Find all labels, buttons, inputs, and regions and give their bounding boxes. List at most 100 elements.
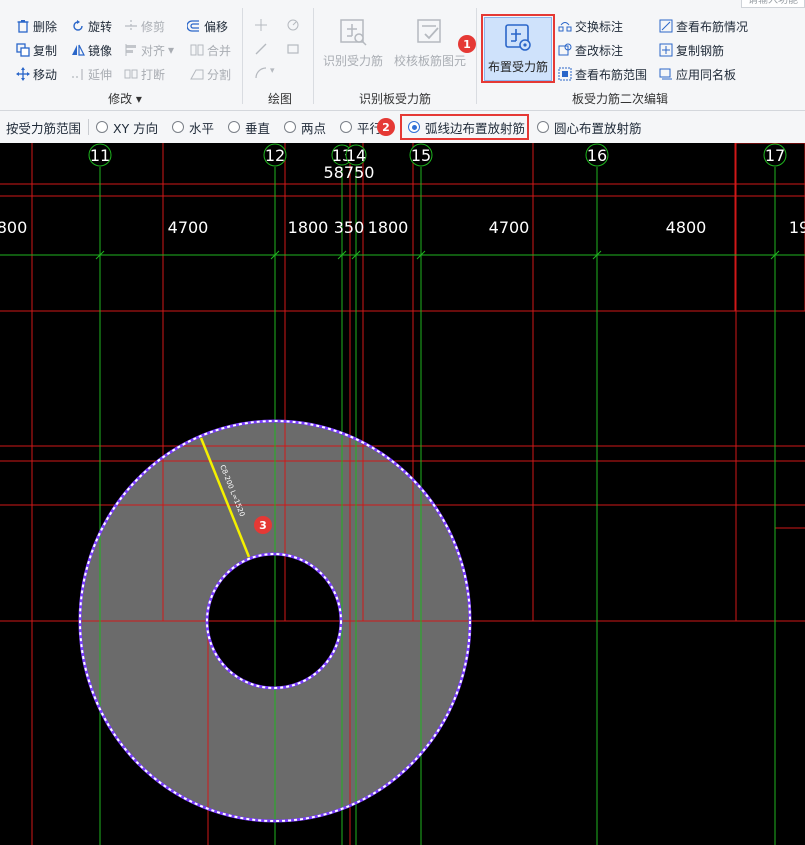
radio-label: XY 方向 [113,120,159,136]
view-range-button[interactable]: 查看布筋范围 [558,65,647,83]
radio-button[interactable] [96,121,108,133]
swap-label-button[interactable]: 交换标注 [558,17,623,35]
edit-label-text: 查改标注 [575,43,624,58]
radio-label: 圆心布置放射筋 [554,120,642,136]
copy-label: 复制 [33,43,58,58]
options-divider [88,119,89,135]
copy-rebar-button[interactable]: 复制钢筋 [659,41,724,59]
modify-group-label[interactable]: 修改 ▾ [90,90,160,107]
radio-label: 垂直 [245,120,271,136]
rotate-button[interactable]: 旋转 [71,17,112,35]
delete-label: 删除 [33,19,58,34]
offset-label: 偏移 [204,19,229,34]
dimension-text: 19 [789,218,805,237]
mirror-button[interactable]: 镜像 [71,41,112,59]
apply-same-button[interactable]: 应用同名板 [659,65,736,83]
point-draw-icon[interactable] [254,18,268,32]
radio-parallel[interactable]: 平行 [340,111,382,143]
delete-button[interactable]: 删除 [16,17,57,35]
move-icon [16,67,30,81]
merge-icon [190,43,204,57]
axis-bubble-17[interactable]: 17 [763,143,787,167]
identify-rebar-label: 识别受力筋 [322,54,383,68]
secondary-group-label: 板受力筋二次编辑 [571,92,668,106]
axis-bubble-16[interactable]: 16 [585,143,609,167]
radio-button[interactable] [537,121,549,133]
move-button[interactable]: 移动 [16,65,57,83]
offset-button[interactable]: 偏移 [187,17,228,35]
radio-label: 两点 [301,120,327,136]
edit-label-icon [558,43,572,57]
radio-button[interactable] [340,121,352,133]
edit-label-button[interactable]: 查改标注 [558,41,623,59]
align-dropdown-icon: ▾ [168,43,175,57]
mirror-icon [71,43,85,57]
radio-label: 水平 [189,120,215,136]
align-label: 对齐 [141,43,166,58]
search-box[interactable]: 请输入功能 [741,0,805,8]
identify-group-label: 识别板受力筋 [358,92,431,106]
extend-button[interactable]: 延伸 [71,65,112,83]
check-rebar-icon [417,19,441,43]
drawing-canvas[interactable]: 11 12 13 14 15 16 17 58750 800 4700 1800… [0,143,805,845]
view-rebar-button[interactable]: 查看布筋情况 [659,17,748,35]
draw-group-label: 绘图 [267,92,292,106]
step-badge-3: 3 [254,516,272,534]
view-range-icon [558,67,572,81]
extend-label: 延伸 [88,67,113,82]
trash-icon [16,19,30,33]
copy-icon [16,43,30,57]
dimension-text: 800 [0,218,27,237]
modify-dropdown-icon: ▾ [135,92,142,106]
axis-bubble-12[interactable]: 12 [263,143,287,167]
axis-bubble-11[interactable]: 11 [88,143,112,167]
dimension-text: 4700 [489,218,530,237]
offset-icon [187,19,201,33]
merge-button[interactable]: 合并 [190,41,231,59]
radio-button[interactable] [228,121,240,133]
axis-label: 16 [587,146,607,165]
split-button[interactable]: 分割 [190,65,231,83]
copy-rebar-label: 复制钢筋 [676,43,725,58]
dimension-text: 1800 [288,218,329,237]
arc-draw-icon[interactable] [254,66,268,80]
break-button[interactable]: 打断 [124,65,165,83]
break-icon [124,67,138,81]
view-rebar-label: 查看布筋情况 [676,19,749,34]
align-button[interactable]: 对齐 ▾ [124,41,174,59]
dimension-text: 350 [334,218,365,237]
radio-button[interactable] [284,121,296,133]
apply-same-icon [659,67,673,81]
swap-label-text: 交换标注 [575,19,624,34]
trim-button[interactable]: 修剪 [124,17,165,35]
radio-horizontal[interactable]: 水平 [172,111,214,143]
arc-dropdown-icon[interactable]: ▾ [270,66,275,76]
radio-vertical[interactable]: 垂直 [228,111,270,143]
copy-rebar-icon [659,43,673,57]
axis-bubble-15[interactable]: 15 [409,143,433,167]
merge-label: 合并 [207,43,232,58]
axis-label: 17 [765,146,785,165]
move-label: 移动 [33,67,58,82]
total-dimension: 58750 [324,163,375,182]
copy-button[interactable]: 复制 [16,41,57,59]
dimension-text: 4800 [666,218,707,237]
axis-label: 15 [411,146,431,165]
options-bar: 按受力筋范围 XY 方向 水平 垂直 两点 平行 2 弧线边布置放射筋 圆心布置… [0,111,805,144]
step-badge-2: 2 [377,118,395,136]
highlight-box-1 [481,14,555,83]
radio-two-points[interactable]: 两点 [284,111,326,143]
trim-icon [124,19,138,33]
ribbon-toolbar: 请输入功能 删除 旋转 修剪 偏移 复制 镜像 对齐 ▾ 合并 移动 延伸 打断… [0,0,805,111]
apply-same-label: 应用同名板 [676,67,737,82]
axis-bubble-14[interactable]: 14 [345,144,367,166]
split-icon [190,67,204,81]
line-draw-icon[interactable] [254,42,268,56]
identify-rebar-button[interactable]: 识别受力筋 [320,12,386,69]
radio-button[interactable] [172,121,184,133]
radio-xy-direction[interactable]: XY 方向 [96,111,158,143]
radio-center-radial[interactable]: 圆心布置放射筋 [537,111,642,143]
rectangle-draw-icon[interactable] [286,42,300,56]
step-badge-1: 1 [458,35,476,53]
rotate-point-icon[interactable] [286,18,300,32]
